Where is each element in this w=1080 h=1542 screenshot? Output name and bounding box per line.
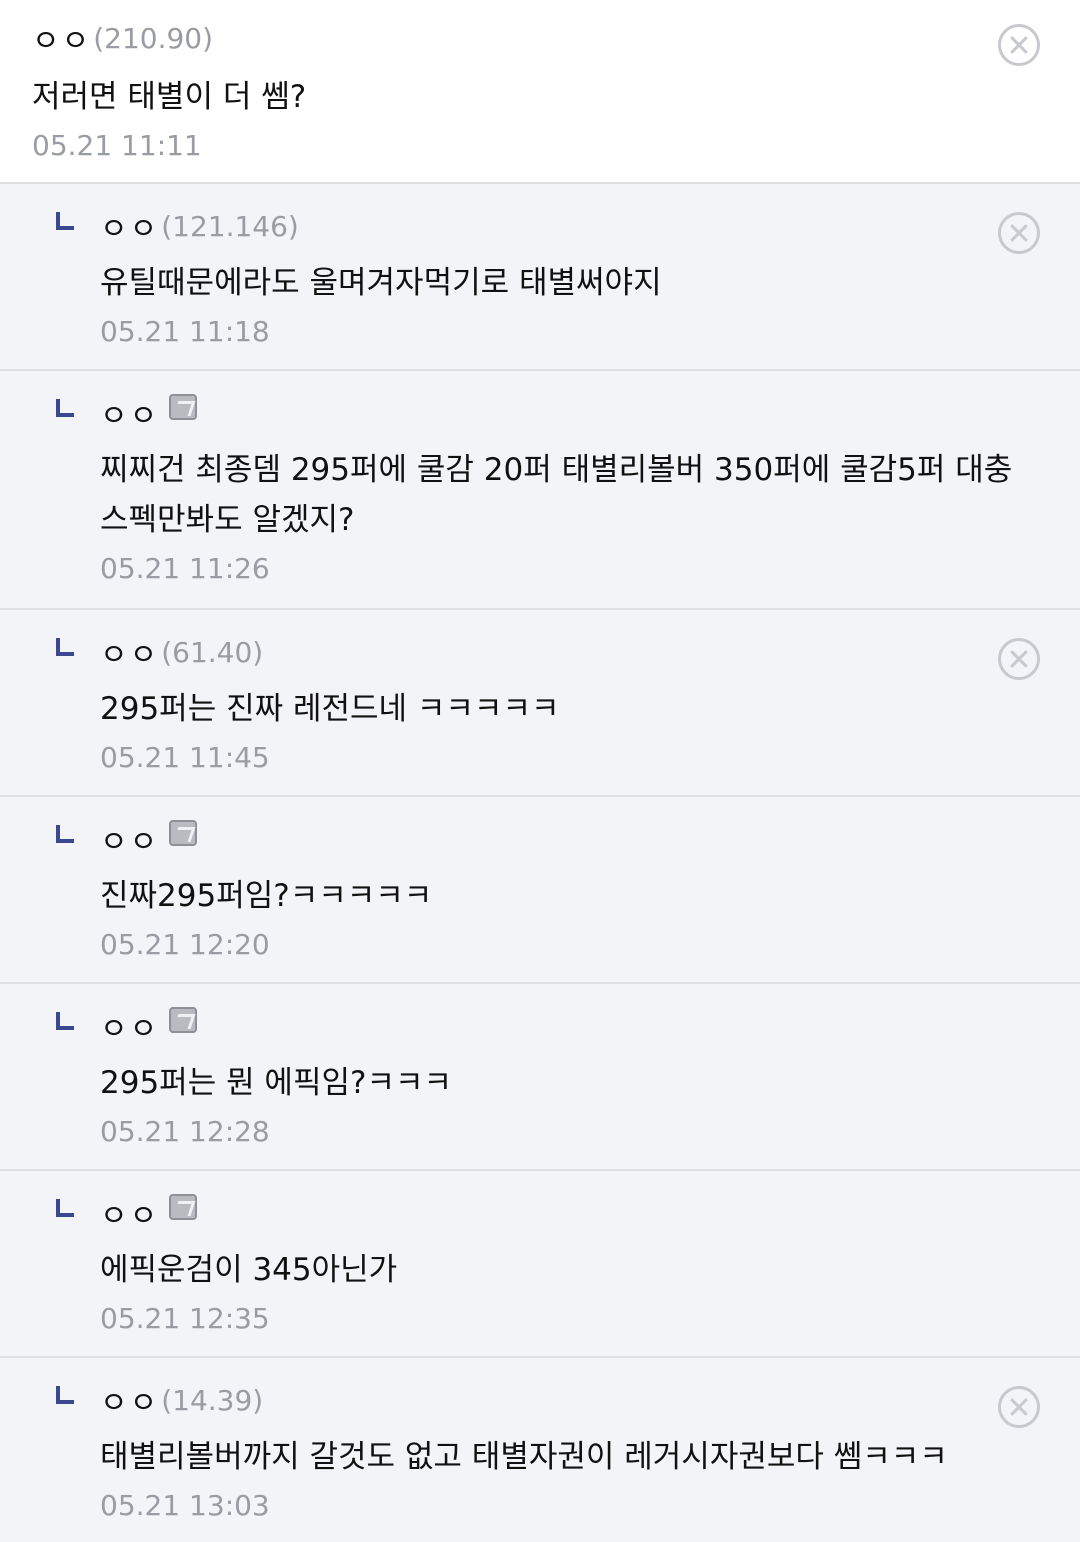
- fixed-nick-member-icon: [169, 820, 198, 846]
- reply-item: ㅇㅇ 진짜295퍼임?ㅋㅋㅋㅋㅋ 05.21 12:20: [0, 797, 1080, 984]
- reply-item: ㅇㅇ 295퍼는 뭔 에픽임?ㅋㅋㅋ 05.21 12:28: [0, 984, 1080, 1171]
- reply-arrow-icon: [56, 399, 74, 417]
- comment-author: ㅇㅇ: [100, 371, 1080, 435]
- reply-arrow-icon: [56, 1012, 74, 1030]
- author-ip: (121.146): [161, 209, 299, 243]
- comment-date: 05.21 11:26: [100, 552, 270, 585]
- author-ip: (61.40): [161, 635, 264, 669]
- reply-arrow-icon: [56, 1199, 74, 1217]
- author-nick[interactable]: ㅇㅇ: [100, 391, 159, 435]
- delete-circle-x-icon[interactable]: [998, 212, 1040, 254]
- comment-author: ㅇㅇ: [100, 984, 1080, 1048]
- comment-author: ㅇㅇ (210.90): [32, 16, 1080, 60]
- author-nick[interactable]: ㅇㅇ: [100, 204, 159, 248]
- reply-item: ㅇㅇ (61.40) 295퍼는 진짜 레전드네 ㅋㅋㅋㅋㅋ 05.21 11:…: [0, 610, 1080, 797]
- fixed-nick-member-icon: [169, 1194, 198, 1220]
- delete-circle-x-icon[interactable]: [998, 1386, 1040, 1428]
- reply-arrow-icon: [56, 825, 74, 843]
- comment-text: 찌찌건 최종뎀 295퍼에 쿨감 20퍼 태별리볼버 350퍼에 쿨감5퍼 대충…: [100, 452, 1013, 538]
- comment-author: ㅇㅇ: [100, 1171, 1080, 1235]
- fixed-nick-member-icon: [169, 1007, 198, 1033]
- comment-date: 05.21 13:03: [100, 1489, 270, 1522]
- reply-arrow-icon: [56, 638, 74, 656]
- author-nick[interactable]: ㅇㅇ: [100, 1191, 159, 1235]
- reply-arrow-icon: [56, 1386, 74, 1404]
- author-nick[interactable]: ㅇㅇ: [32, 16, 91, 60]
- reply-item: ㅇㅇ 찌찌건 최종뎀 295퍼에 쿨감 20퍼 태별리볼버 350퍼에 쿨감5퍼…: [0, 371, 1080, 610]
- author-nick[interactable]: ㅇㅇ: [100, 1378, 159, 1422]
- comment-date: 05.21 11:45: [100, 741, 270, 774]
- comment-text: 진짜295퍼임?ㅋㅋㅋㅋㅋ: [100, 878, 433, 914]
- reply-item: ㅇㅇ (121.146) 유틸때문에라도 울며겨자먹기로 태별써야지 05.21…: [0, 184, 1080, 371]
- author-nick[interactable]: ㅇㅇ: [100, 1004, 159, 1048]
- author-nick[interactable]: ㅇㅇ: [100, 630, 159, 674]
- comment-date: 05.21 11:18: [100, 315, 270, 348]
- fixed-nick-member-icon: [169, 394, 198, 420]
- comment-list: ㅇㅇ (210.90) 저러면 태별이 더 쎔? 05.21 11:11 ㅇㅇ …: [0, 0, 1080, 1542]
- comment-date: 05.21 12:35: [100, 1302, 270, 1335]
- author-ip: (210.90): [93, 21, 214, 55]
- reply-arrow-icon: [56, 212, 74, 230]
- comment-text: 295퍼는 뭔 에픽임?ㅋㅋㅋ: [100, 1065, 453, 1101]
- comment-text: 295퍼는 진짜 레전드네 ㅋㅋㅋㅋㅋ: [100, 691, 560, 727]
- delete-circle-x-icon[interactable]: [998, 638, 1040, 680]
- comment-date: 05.21 12:28: [100, 1115, 270, 1148]
- comment-author: ㅇㅇ: [100, 797, 1080, 861]
- author-ip: (14.39): [161, 1383, 264, 1417]
- comment-date: 05.21 11:11: [32, 129, 202, 162]
- reply-item: ㅇㅇ 에픽운검이 345아닌가 05.21 12:35: [0, 1171, 1080, 1358]
- comment-date: 05.21 12:20: [100, 928, 270, 961]
- comment-author: ㅇㅇ (14.39): [100, 1358, 1080, 1422]
- comment-text: 에픽운검이 345아닌가: [100, 1252, 398, 1288]
- comment-text: 유틸때문에라도 울며겨자먹기로 태별써야지: [100, 265, 662, 301]
- comment-text: 태별리볼버까지 갈것도 없고 태별자권이 레거시자권보다 쎔ㅋㅋㅋ: [100, 1439, 948, 1475]
- comment-text: 저러면 태별이 더 쎔?: [32, 79, 307, 115]
- comment-item: ㅇㅇ (210.90) 저러면 태별이 더 쎔? 05.21 11:11: [0, 0, 1080, 184]
- author-nick[interactable]: ㅇㅇ: [100, 817, 159, 861]
- comment-author: ㅇㅇ (121.146): [100, 184, 1080, 248]
- reply-item: ㅇㅇ (14.39) 태별리볼버까지 갈것도 없고 태별자권이 레거시자권보다 …: [0, 1358, 1080, 1542]
- delete-circle-x-icon[interactable]: [998, 24, 1040, 66]
- comment-author: ㅇㅇ (61.40): [100, 610, 1080, 674]
